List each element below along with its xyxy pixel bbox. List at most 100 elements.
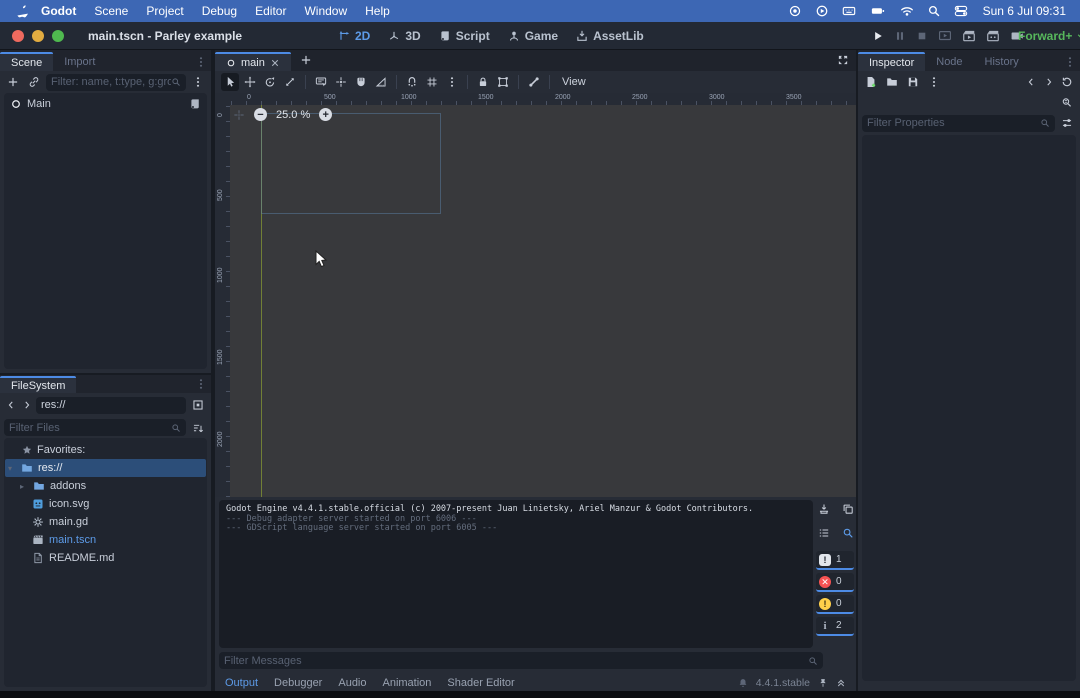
- minimize-window-button[interactable]: [32, 30, 44, 42]
- tab-audio[interactable]: Audio: [338, 677, 366, 689]
- snap-options-icon[interactable]: [443, 73, 461, 91]
- zoom-level[interactable]: 25.0 %: [276, 109, 310, 121]
- tab-node[interactable]: Node: [925, 52, 973, 71]
- clear-output-icon[interactable]: [815, 500, 833, 518]
- scene-tree-menu-icon[interactable]: [189, 73, 207, 91]
- tab-shader-editor[interactable]: Shader Editor: [447, 677, 514, 689]
- play-custom-scene-button[interactable]: [986, 29, 1000, 43]
- control-center-icon[interactable]: [954, 4, 968, 18]
- tab-game[interactable]: Game: [508, 29, 558, 43]
- collapse-arrow-icon[interactable]: ▾: [8, 464, 16, 473]
- file-sort-button[interactable]: [189, 419, 207, 437]
- file-row-main-gd[interactable]: main.gd: [4, 513, 207, 531]
- instance-scene-button[interactable]: [25, 73, 43, 91]
- load-resource-icon[interactable]: [883, 73, 901, 91]
- menubar-clock[interactable]: Sun 6 Jul 09:31: [983, 4, 1066, 18]
- scale-tool-button[interactable]: [281, 73, 299, 91]
- tab-filesystem[interactable]: FileSystem: [0, 376, 76, 393]
- new-scene-tab-button[interactable]: [297, 51, 315, 69]
- 2d-viewport[interactable]: − 25.0 % +: [230, 105, 856, 497]
- save-resource-icon[interactable]: [904, 73, 922, 91]
- file-row-res[interactable]: ▾ res://: [4, 459, 207, 477]
- pivot-tool-button[interactable]: [332, 73, 350, 91]
- menu-window[interactable]: Window: [295, 4, 356, 18]
- new-resource-icon[interactable]: [862, 73, 880, 91]
- move-tool-button[interactable]: [241, 73, 259, 91]
- tab-2d[interactable]: 2D: [338, 29, 370, 43]
- tab-animation[interactable]: Animation: [383, 677, 432, 689]
- menu-scene[interactable]: Scene: [85, 4, 137, 18]
- tab-import[interactable]: Import: [53, 52, 106, 71]
- tab-debugger[interactable]: Debugger: [274, 677, 322, 689]
- view-menu-button[interactable]: View: [556, 76, 592, 88]
- play-scene-button[interactable]: [962, 29, 976, 43]
- group-selection-button[interactable]: [494, 73, 512, 91]
- output-log[interactable]: Godot Engine v4.4.1.stable.official (c) …: [219, 500, 813, 648]
- menu-debug[interactable]: Debug: [193, 4, 246, 18]
- favorites-row[interactable]: Favorites:: [4, 441, 207, 459]
- path-input[interactable]: [41, 399, 181, 411]
- zoom-out-button[interactable]: −: [254, 108, 267, 121]
- expand-arrow-icon[interactable]: ▸: [20, 482, 28, 491]
- notification-bell-icon[interactable]: [738, 678, 748, 688]
- filter-messages-toggle[interactable]: ! 1: [816, 551, 854, 570]
- play-status-icon[interactable]: [815, 4, 829, 18]
- close-icon[interactable]: [270, 58, 280, 68]
- tab-output[interactable]: Output: [225, 677, 258, 689]
- history-forward-icon[interactable]: [1040, 73, 1058, 91]
- renderer-selector[interactable]: Forward+: [1018, 29, 1080, 43]
- ruler-tool-button[interactable]: [372, 73, 390, 91]
- filesystem-dock-menu-icon[interactable]: [195, 378, 207, 390]
- file-row-icon-svg[interactable]: icon.svg: [4, 495, 207, 513]
- scene-tab-main[interactable]: main: [215, 52, 291, 71]
- lock-selection-button[interactable]: [474, 73, 492, 91]
- menu-project[interactable]: Project: [137, 4, 192, 18]
- grid-snap-button[interactable]: [423, 73, 441, 91]
- zoom-window-button[interactable]: [52, 30, 64, 42]
- close-window-button[interactable]: [12, 30, 24, 42]
- tab-inspector[interactable]: Inspector: [858, 52, 925, 71]
- nav-back-icon[interactable]: [4, 396, 17, 414]
- play-button[interactable]: [872, 30, 884, 42]
- menu-godot[interactable]: Godot: [32, 4, 85, 18]
- pin-panel-icon[interactable]: [818, 678, 828, 688]
- nav-forward-icon[interactable]: [20, 396, 33, 414]
- tab-assetlib[interactable]: AssetLib: [576, 29, 644, 43]
- collapse-duplicates-icon[interactable]: [815, 524, 833, 542]
- rotate-tool-button[interactable]: [261, 73, 279, 91]
- scene-tree-node-main[interactable]: Main: [4, 93, 207, 115]
- apple-menu[interactable]: [14, 2, 32, 20]
- history-back-icon[interactable]: [1022, 73, 1040, 91]
- object-history-icon[interactable]: [1058, 73, 1076, 91]
- filter-errors-toggle[interactable]: ✕ 0: [816, 573, 854, 592]
- screen-record-icon[interactable]: [788, 4, 802, 18]
- scene-filter-input[interactable]: [51, 76, 171, 88]
- center-view-icon[interactable]: [233, 109, 245, 121]
- select-tool-button[interactable]: [221, 73, 239, 91]
- zoom-in-button[interactable]: +: [319, 108, 332, 121]
- open-docs-icon[interactable]: [1058, 94, 1076, 112]
- version-label[interactable]: 4.4.1.stable: [756, 677, 810, 689]
- remote-debug-button[interactable]: [938, 29, 952, 43]
- wifi-icon[interactable]: [900, 4, 914, 18]
- spotlight-icon[interactable]: [927, 4, 941, 18]
- scene-dock-menu-icon[interactable]: [195, 56, 207, 68]
- skeleton-options-button[interactable]: [525, 73, 543, 91]
- filter-messages-input[interactable]: [224, 655, 808, 667]
- filter-info-toggle[interactable]: i 2: [816, 617, 854, 636]
- inspector-dock-menu-icon[interactable]: [1064, 56, 1076, 68]
- file-row-main-tscn[interactable]: main.tscn: [4, 531, 207, 549]
- file-row-readme[interactable]: README.md: [4, 549, 207, 567]
- distraction-free-icon[interactable]: [834, 51, 852, 69]
- property-filter-input[interactable]: [867, 117, 1040, 129]
- tab-history[interactable]: History: [974, 52, 1030, 71]
- menu-help[interactable]: Help: [356, 4, 399, 18]
- add-node-button[interactable]: [4, 73, 22, 91]
- stop-button[interactable]: [916, 30, 928, 42]
- expand-panel-icon[interactable]: [836, 678, 846, 688]
- filter-warnings-toggle[interactable]: ! 0: [816, 595, 854, 614]
- pan-tool-button[interactable]: [352, 73, 370, 91]
- battery-icon[interactable]: [869, 4, 887, 18]
- tab-scene[interactable]: Scene: [0, 52, 53, 71]
- tab-3d[interactable]: 3D: [388, 29, 420, 43]
